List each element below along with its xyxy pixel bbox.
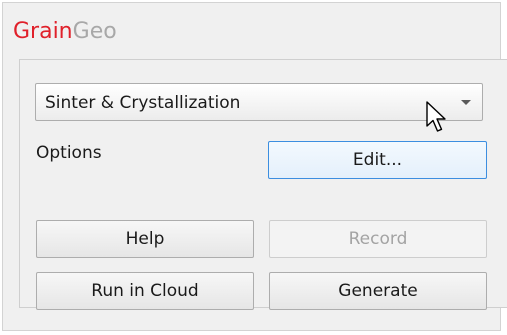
generate-button[interactable]: Generate [269,272,487,310]
logo-geo-text: Geo [72,19,117,44]
chevron-down-icon [461,100,471,105]
mouse-pointer-icon [426,101,446,132]
app-logo: GrainGeo [13,19,117,45]
options-label: Options [36,143,102,163]
run-in-cloud-button[interactable]: Run in Cloud [36,272,254,310]
help-button[interactable]: Help [36,220,254,258]
logo-grain-text: Grain [13,19,73,44]
header: GrainGeo [3,3,500,61]
controls-group: Sinter & Crystallization Options Edit...… [19,59,507,310]
process-dropdown[interactable]: Sinter & Crystallization [35,83,483,121]
process-dropdown-value: Sinter & Crystallization [45,93,241,113]
edit-button[interactable]: Edit... [268,141,487,179]
record-button[interactable]: Record [269,220,487,258]
